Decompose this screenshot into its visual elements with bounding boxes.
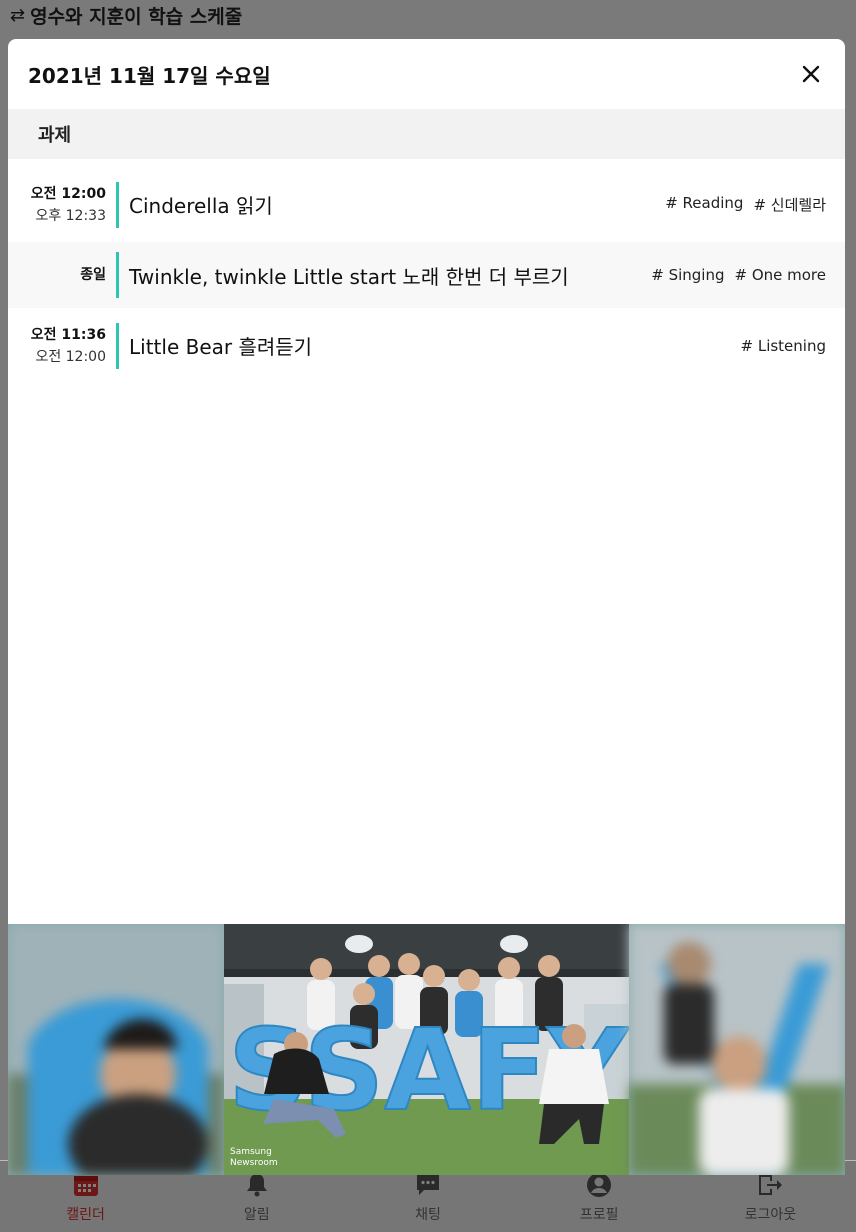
task-tag[interactable]: # Singing xyxy=(651,266,724,284)
watermark-line-2: Newsroom xyxy=(230,1158,278,1168)
close-button[interactable] xyxy=(799,62,823,86)
calendar-icon xyxy=(73,1172,99,1198)
app-header: ⇄ 영수와 지훈이 학습 스케줄 xyxy=(0,0,856,30)
task-end-time: 오후 12:33 xyxy=(35,207,106,224)
task-tag[interactable]: # 신데렐라 xyxy=(753,194,826,215)
task-start-time: 종일 xyxy=(80,267,106,283)
watermark-line-1: Samsung xyxy=(230,1147,272,1157)
task-tag[interactable]: # One more xyxy=(734,266,826,284)
carousel-next-image[interactable] xyxy=(629,924,845,1175)
task-tags: # Listening xyxy=(741,337,827,355)
task-row[interactable]: 종일 Twinkle, twinkle Little start 노래 한번 더… xyxy=(8,242,845,308)
carousel-prev-image[interactable] xyxy=(8,924,224,1175)
task-time: 종일 xyxy=(8,264,116,286)
banner-carousel[interactable]: SSAFY Samsung Newsroom xyxy=(8,924,845,1175)
task-row[interactable]: 오전 12:00 오후 12:33 Cinderella 읽기 # Readin… xyxy=(8,167,845,242)
schedule-modal: 2021년 11월 17일 수요일 과제 오전 12:00 오후 12:33 C… xyxy=(8,39,845,1175)
modal-date-title: 2021년 11월 17일 수요일 xyxy=(28,63,271,88)
task-end-time: 오전 12:00 xyxy=(35,348,106,365)
modal-header: 2021년 11월 17일 수요일 xyxy=(8,39,845,109)
profile-icon xyxy=(586,1172,612,1198)
task-row[interactable]: 오전 11:36 오전 12:00 Little Bear 흘려듣기 # Lis… xyxy=(8,308,845,383)
logout-icon xyxy=(757,1172,783,1198)
carousel-main-image[interactable]: SSAFY Samsung Newsroom xyxy=(224,924,629,1175)
bell-icon xyxy=(244,1172,270,1198)
task-title: Little Bear 흘려듣기 xyxy=(129,335,313,359)
task-title: Cinderella 읽기 xyxy=(129,194,273,218)
task-tag[interactable]: # Listening xyxy=(741,337,827,355)
task-start-time: 오전 11:36 xyxy=(30,326,106,343)
task-time: 오전 12:00 오후 12:33 xyxy=(8,183,116,227)
chat-icon xyxy=(415,1172,441,1198)
swap-arrows-icon[interactable]: ⇄ xyxy=(10,5,25,26)
close-icon xyxy=(802,65,820,83)
task-title: Twinkle, twinkle Little start 노래 한번 더 부르… xyxy=(129,264,569,289)
app-title: 영수와 지훈이 학습 스케줄 xyxy=(30,5,243,28)
task-tag[interactable]: # Reading xyxy=(665,194,743,215)
section-header-assignments: 과제 xyxy=(8,109,845,159)
task-time: 오전 11:36 오전 12:00 xyxy=(8,324,116,368)
task-tags: # Reading # 신데렐라 xyxy=(665,194,826,215)
task-start-time: 오전 12:00 xyxy=(30,185,106,202)
task-tags: # Singing # One more xyxy=(651,266,826,284)
